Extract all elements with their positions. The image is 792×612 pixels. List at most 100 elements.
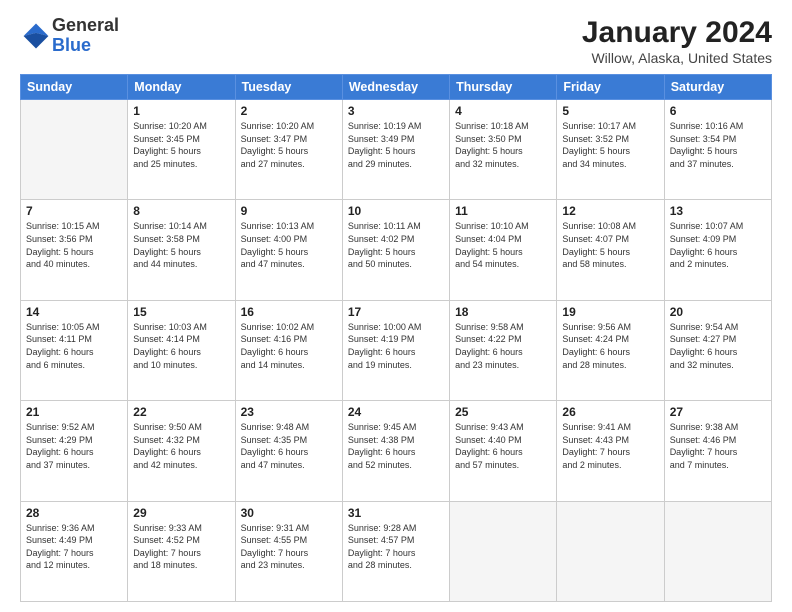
day-cell: 28 Sunrise: 9:36 AM Sunset: 4:49 PM Dayli… [21,501,128,601]
day-number: 13 [670,204,766,218]
day-number: 22 [133,405,229,419]
logo: General Blue [20,16,119,56]
day-number: 12 [562,204,658,218]
day-cell: 4 Sunrise: 10:18 AM Sunset: 3:50 PM Dayli… [450,100,557,200]
day-number: 30 [241,506,337,520]
day-cell: 1 Sunrise: 10:20 AM Sunset: 3:45 PM Dayli… [128,100,235,200]
day-info: Sunrise: 10:14 AM Sunset: 3:58 PM Daylig… [133,220,229,270]
weekday-header-monday: Monday [128,75,235,100]
day-info: Sunrise: 9:48 AM Sunset: 4:35 PM Dayligh… [241,421,337,471]
calendar-body: 1 Sunrise: 10:20 AM Sunset: 3:45 PM Dayli… [21,100,772,602]
day-info: Sunrise: 10:05 AM Sunset: 4:11 PM Daylig… [26,321,122,371]
day-cell: 9 Sunrise: 10:13 AM Sunset: 4:00 PM Dayli… [235,200,342,300]
day-info: Sunrise: 10:02 AM Sunset: 4:16 PM Daylig… [241,321,337,371]
day-cell [664,501,771,601]
weekday-header-thursday: Thursday [450,75,557,100]
day-number: 8 [133,204,229,218]
day-cell [21,100,128,200]
page: General Blue January 2024 Willow, Alaska… [0,0,792,612]
day-number: 21 [26,405,122,419]
weekday-header-row: SundayMondayTuesdayWednesdayThursdayFrid… [21,75,772,100]
day-number: 4 [455,104,551,118]
day-cell: 11 Sunrise: 10:10 AM Sunset: 4:04 PM Dayl… [450,200,557,300]
day-cell: 12Sunrise: 10:08 AM Sunset: 4:07 PM Dayl… [557,200,664,300]
week-row-1: 1 Sunrise: 10:20 AM Sunset: 3:45 PM Dayli… [21,100,772,200]
day-number: 11 [455,204,551,218]
day-info: Sunrise: 10:13 AM Sunset: 4:00 PM Daylig… [241,220,337,270]
day-info: Sunrise: 9:50 AM Sunset: 4:32 PM Dayligh… [133,421,229,471]
day-number: 25 [455,405,551,419]
day-number: 2 [241,104,337,118]
day-cell: 5 Sunrise: 10:17 AM Sunset: 3:52 PM Dayli… [557,100,664,200]
day-cell: 17Sunrise: 10:00 AM Sunset: 4:19 PM Dayl… [342,300,449,400]
day-cell: 8 Sunrise: 10:14 AM Sunset: 3:58 PM Dayli… [128,200,235,300]
day-cell: 14 Sunrise: 10:05 AM Sunset: 4:11 PM Dayl… [21,300,128,400]
week-row-4: 21 Sunrise: 9:52 AM Sunset: 4:29 PM Dayli… [21,401,772,501]
day-number: 10 [348,204,444,218]
day-cell: 7 Sunrise: 10:15 AM Sunset: 3:56 PM Dayli… [21,200,128,300]
day-cell: 18 Sunrise: 9:58 AM Sunset: 4:22 PM Dayli… [450,300,557,400]
weekday-header-wednesday: Wednesday [342,75,449,100]
day-number: 26 [562,405,658,419]
day-number: 5 [562,104,658,118]
day-cell: 22 Sunrise: 9:50 AM Sunset: 4:32 PM Dayli… [128,401,235,501]
day-number: 14 [26,305,122,319]
day-info: Sunrise: 10:11 AM Sunset: 4:02 PM Daylig… [348,220,444,270]
day-cell: 21 Sunrise: 9:52 AM Sunset: 4:29 PM Dayli… [21,401,128,501]
day-info: Sunrise: 10:17 AM Sunset: 3:52 PM Daylig… [562,120,658,170]
day-number: 23 [241,405,337,419]
day-info: Sunrise: 10:10 AM Sunset: 4:04 PM Daylig… [455,220,551,270]
day-info: Sunrise: 9:54 AM Sunset: 4:27 PM Dayligh… [670,321,766,371]
day-number: 27 [670,405,766,419]
day-number: 31 [348,506,444,520]
day-cell: 31 Sunrise: 9:28 AM Sunset: 4:57 PM Dayli… [342,501,449,601]
day-number: 28 [26,506,122,520]
day-info: Sunrise: 10:20 AM Sunset: 3:47 PM Daylig… [241,120,337,170]
day-number: 20 [670,305,766,319]
day-cell: 27Sunrise: 9:38 AM Sunset: 4:46 PM Dayli… [664,401,771,501]
week-row-3: 14 Sunrise: 10:05 AM Sunset: 4:11 PM Dayl… [21,300,772,400]
day-cell: 6 Sunrise: 10:16 AM Sunset: 3:54 PM Dayli… [664,100,771,200]
calendar-header: SundayMondayTuesdayWednesdayThursdayFrid… [21,75,772,100]
day-info: Sunrise: 10:18 AM Sunset: 3:50 PM Daylig… [455,120,551,170]
day-info: Sunrise: 9:31 AM Sunset: 4:55 PM Dayligh… [241,522,337,572]
day-info: Sunrise: 9:58 AM Sunset: 4:22 PM Dayligh… [455,321,551,371]
week-row-2: 7 Sunrise: 10:15 AM Sunset: 3:56 PM Dayli… [21,200,772,300]
logo-text: General Blue [52,16,119,56]
day-number: 16 [241,305,337,319]
day-info: Sunrise: 10:00 AM Sunset: 4:19 PM Daylig… [348,321,444,371]
weekday-header-saturday: Saturday [664,75,771,100]
title-block: January 2024 Willow, Alaska, United Stat… [582,16,772,66]
day-cell: 26 Sunrise: 9:41 AM Sunset: 4:43 PM Dayli… [557,401,664,501]
day-info: Sunrise: 9:45 AM Sunset: 4:38 PM Dayligh… [348,421,444,471]
calendar-subtitle: Willow, Alaska, United States [582,50,772,66]
day-cell: 15Sunrise: 10:03 AM Sunset: 4:14 PM Dayl… [128,300,235,400]
day-number: 29 [133,506,229,520]
day-cell: 3Sunrise: 10:19 AM Sunset: 3:49 PM Dayli… [342,100,449,200]
day-cell: 2 Sunrise: 10:20 AM Sunset: 3:47 PM Dayli… [235,100,342,200]
day-info: Sunrise: 9:28 AM Sunset: 4:57 PM Dayligh… [348,522,444,572]
day-cell [450,501,557,601]
week-row-5: 28 Sunrise: 9:36 AM Sunset: 4:49 PM Dayli… [21,501,772,601]
logo-icon [22,22,50,50]
day-number: 15 [133,305,229,319]
logo-general: General [52,15,119,35]
day-info: Sunrise: 10:15 AM Sunset: 3:56 PM Daylig… [26,220,122,270]
weekday-header-tuesday: Tuesday [235,75,342,100]
day-number: 9 [241,204,337,218]
day-info: Sunrise: 9:33 AM Sunset: 4:52 PM Dayligh… [133,522,229,572]
day-info: Sunrise: 10:20 AM Sunset: 3:45 PM Daylig… [133,120,229,170]
day-info: Sunrise: 9:52 AM Sunset: 4:29 PM Dayligh… [26,421,122,471]
day-number: 18 [455,305,551,319]
calendar-title: January 2024 [582,16,772,50]
day-info: Sunrise: 9:36 AM Sunset: 4:49 PM Dayligh… [26,522,122,572]
day-info: Sunrise: 10:16 AM Sunset: 3:54 PM Daylig… [670,120,766,170]
day-number: 7 [26,204,122,218]
day-info: Sunrise: 9:41 AM Sunset: 4:43 PM Dayligh… [562,421,658,471]
day-info: Sunrise: 10:07 AM Sunset: 4:09 PM Daylig… [670,220,766,270]
day-number: 1 [133,104,229,118]
calendar-table: SundayMondayTuesdayWednesdayThursdayFrid… [20,74,772,602]
day-number: 6 [670,104,766,118]
day-number: 3 [348,104,444,118]
header: General Blue January 2024 Willow, Alaska… [20,16,772,66]
